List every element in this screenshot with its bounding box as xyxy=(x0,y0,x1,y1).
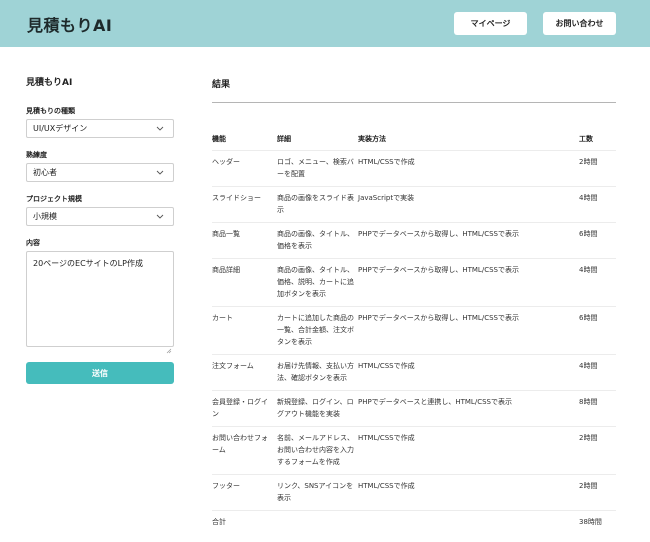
form-title: 見積もりAI xyxy=(26,78,73,88)
results-title: 結果 xyxy=(212,80,231,90)
cell-method: HTML/CSSで作成 xyxy=(358,150,579,187)
cell-detail: ロゴ、メニュー、検索バーを配置 xyxy=(277,150,358,187)
cell-detail: 商品の画像をスライド表示 xyxy=(277,186,358,223)
table-row: スライドショー 商品の画像をスライド表示 JavaScriptで実装 4時間 xyxy=(212,186,616,223)
column-header-feature: 機能 xyxy=(212,130,277,151)
app-header: 見積もりAI マイページ お問い合わせ xyxy=(0,0,650,47)
table-row: 注文フォーム お届け先情報、支払い方法、確認ボタンを表示 HTML/CSSで作成 4時… xyxy=(212,354,616,391)
cell-detail: リンク、SNSアイコンを表示 xyxy=(277,474,358,511)
results-table: 機能 詳細 実装方法 工数 ヘッダー ロゴ、メニュー、検索バーを配置 HTML/CS… xyxy=(212,130,616,534)
cell-detail: 新規登録、ログイン、ログアウト機能を実装 xyxy=(277,390,358,427)
cell-hours: 4時間 xyxy=(579,186,616,223)
table-row: フッター リンク、SNSアイコンを表示 HTML/CSSで作成 2時間 xyxy=(212,474,616,511)
cell-detail: 商品の画像、タイトル、価格、説明、カートに追加ボタンを表示 xyxy=(277,258,358,307)
cell-feature: ヘッダー xyxy=(212,150,277,187)
cell-feature: カート xyxy=(212,306,277,355)
cell-method: PHPでデータベースから取得し、HTML/CSSで表示 xyxy=(358,258,579,307)
contact-button[interactable]: お問い合わせ xyxy=(543,12,616,35)
table-row: 会員登録・ログイン 新規登録、ログイン、ログアウト機能を実装 PHPでデータベースと… xyxy=(212,390,616,427)
mypage-button[interactable]: マイページ xyxy=(454,12,527,35)
project-size-select[interactable]: 小規模 xyxy=(26,207,174,226)
project-size-value: 小規模 xyxy=(33,212,57,221)
table-row: カート カートに追加した商品の一覧、合計金額、注文ボタンを表示 PHPでデータベース… xyxy=(212,306,616,355)
cell-method xyxy=(358,511,579,535)
skill-level-label: 熟練度 xyxy=(26,151,47,159)
cell-hours: 38時間 xyxy=(579,518,602,526)
resize-grip-icon[interactable] xyxy=(166,339,172,354)
chevron-down-icon xyxy=(153,126,167,131)
cell-hours: 6時間 xyxy=(579,306,616,355)
cell-feature: 商品詳細 xyxy=(212,258,277,307)
table-row: 商品一覧 商品の画像、タイトル、価格を表示 PHPでデータベースから取得し、HTML… xyxy=(212,222,616,259)
project-size-label: プロジェクト規模 xyxy=(26,195,82,203)
cell-hours: 8時間 xyxy=(579,390,616,427)
cell-hours: 4時間 xyxy=(579,354,616,391)
cell-method: JavaScriptで実装 xyxy=(358,186,579,223)
cell-method: PHPでデータベースと連携し、HTML/CSSで表示 xyxy=(358,390,579,427)
column-header-method: 実装方法 xyxy=(358,130,579,151)
cell-method: PHPでデータベースから取得し、HTML/CSSで表示 xyxy=(358,306,579,355)
cell-hours: 2時間 xyxy=(579,150,616,187)
table-row: ヘッダー ロゴ、メニュー、検索バーを配置 HTML/CSSで作成 2時間 xyxy=(212,150,616,187)
cell-hours: 2時間 xyxy=(579,474,616,511)
cell-detail: 名前、メールアドレス、お問い合わせ内容を入力するフォームを作成 xyxy=(277,426,358,475)
estimate-type-value: UI/UXデザイン xyxy=(33,124,88,133)
chevron-down-icon xyxy=(153,214,167,219)
cell-feature: 商品一覧 xyxy=(212,222,277,259)
table-row: 商品詳細 商品の画像、タイトル、価格、説明、カートに追加ボタンを表示 PHPでデータ… xyxy=(212,258,616,307)
content-textarea[interactable]: 20ページのECサイトのLP作成 xyxy=(26,251,174,347)
cell-feature: フッター xyxy=(212,474,277,511)
chevron-down-icon xyxy=(153,170,167,175)
column-header-detail: 詳細 xyxy=(277,130,358,151)
cell-detail xyxy=(277,511,358,535)
cell-feature: スライドショー xyxy=(212,186,277,223)
brand-title: 見積もりAI xyxy=(27,16,113,35)
cell-method: PHPでデータベースから取得し、HTML/CSSで表示 xyxy=(358,222,579,259)
column-header-hours: 工数 xyxy=(579,130,616,151)
cell-detail: 商品の画像、タイトル、価格を表示 xyxy=(277,222,358,259)
divider xyxy=(212,102,616,103)
estimate-type-label: 見積もりの種類 xyxy=(26,107,75,115)
cell-method: HTML/CSSで作成 xyxy=(358,474,579,511)
table-row: お問い合わせフォーム 名前、メールアドレス、お問い合わせ内容を入力するフォームを作… xyxy=(212,426,616,475)
cell-detail: カートに追加した商品の一覧、合計金額、注文ボタンを表示 xyxy=(277,306,358,355)
submit-button[interactable]: 送信 xyxy=(26,362,174,384)
cell-detail: お届け先情報、支払い方法、確認ボタンを表示 xyxy=(277,354,358,391)
cell-feature: お問い合わせフォーム xyxy=(212,426,277,475)
cell-feature: 会員登録・ログイン xyxy=(212,390,277,427)
cell-hours: 2時間 xyxy=(579,426,616,475)
cell-feature: 注文フォーム xyxy=(212,354,277,391)
table-header-row: 機能 詳細 実装方法 工数 xyxy=(212,130,616,151)
skill-level-value: 初心者 xyxy=(33,168,57,177)
cell-hours: 4時間 xyxy=(579,258,616,307)
estimate-type-select[interactable]: UI/UXデザイン xyxy=(26,119,174,138)
cell-feature: 合計 xyxy=(212,518,226,526)
cell-method: HTML/CSSで作成 xyxy=(358,354,579,391)
content-label: 内容 xyxy=(26,239,40,247)
skill-level-select[interactable]: 初心者 xyxy=(26,163,174,182)
cell-method: HTML/CSSで作成 xyxy=(358,426,579,475)
cell-hours: 6時間 xyxy=(579,222,616,259)
total-row: 合計 38時間 xyxy=(212,511,616,535)
